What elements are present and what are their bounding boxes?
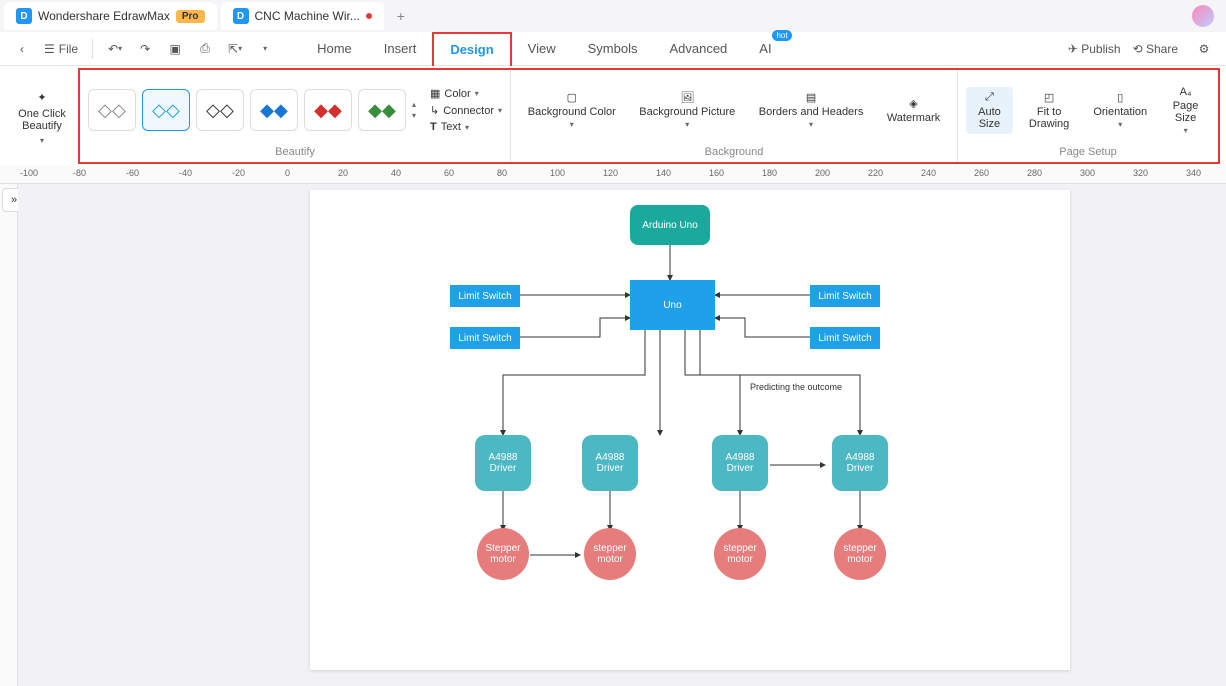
- horizontal-ruler: -100-80-60-40-20020406080100120140160180…: [0, 166, 1226, 184]
- app-tab[interactable]: D Wondershare EdrawMax Pro: [4, 2, 217, 30]
- user-avatar[interactable]: [1192, 5, 1214, 27]
- borders-headers-button[interactable]: ▤Borders and Headers▾: [751, 87, 872, 133]
- theme-4[interactable]: ◆◆: [250, 89, 298, 131]
- design-ribbon: ✦ One Click Beautify ▾ ◇◇ ◇◇ ◇◇ ◆◆ ◆◆ ◆◆…: [78, 68, 1220, 164]
- node-motor-2[interactable]: stepper motor: [584, 528, 636, 580]
- share-button[interactable]: ⟲ Share: [1133, 42, 1178, 56]
- node-motor-1[interactable]: Stepper motor: [477, 528, 529, 580]
- bgpic-icon: 🖼: [680, 91, 694, 104]
- node-driver-4[interactable]: A4988 Driver: [832, 435, 888, 491]
- pagesize-icon: A₄: [1180, 86, 1192, 98]
- back-button[interactable]: ‹: [8, 35, 36, 63]
- diagram-edges: Predicting the outcome: [310, 190, 1070, 670]
- doc-title: CNC Machine Wir...: [255, 9, 360, 23]
- fit-icon: ◰: [1044, 91, 1054, 104]
- theme-3[interactable]: ◇◇: [196, 89, 244, 131]
- more-button[interactable]: ▾: [251, 35, 279, 63]
- page-size-button[interactable]: A₄Page Size▾: [1161, 82, 1210, 139]
- auto-size-button[interactable]: ⤢Auto Size: [966, 87, 1013, 134]
- tab-home[interactable]: Home: [301, 32, 368, 66]
- tab-view[interactable]: View: [512, 32, 572, 66]
- background-group-label: Background: [519, 146, 949, 160]
- publish-button[interactable]: ✈ Publish: [1068, 42, 1121, 56]
- theme-down[interactable]: ▾: [412, 111, 416, 120]
- page: Predicting the outcome Arduino Uno Uno L…: [310, 190, 1070, 670]
- beautify-group-label: Beautify: [88, 146, 502, 160]
- one-click-beautify-button[interactable]: ✦ One Click Beautify ▾: [6, 70, 78, 166]
- title-bar: D Wondershare EdrawMax Pro D CNC Machine…: [0, 0, 1226, 32]
- palette-icon: ▦: [430, 87, 440, 100]
- unsaved-dot-icon: [366, 13, 372, 19]
- tab-ai[interactable]: AIhot: [743, 32, 787, 66]
- node-driver-3[interactable]: A4988 Driver: [712, 435, 768, 491]
- file-menu[interactable]: ☰ File: [38, 42, 84, 56]
- node-arduino[interactable]: Arduino Uno: [630, 205, 710, 245]
- hot-badge: hot: [772, 30, 791, 41]
- bgcolor-icon: ▢: [567, 91, 577, 104]
- settings-icon[interactable]: ⚙: [1190, 35, 1218, 63]
- tab-advanced[interactable]: Advanced: [653, 32, 743, 66]
- watermark-button[interactable]: ◈Watermark: [879, 93, 948, 128]
- app-name: Wondershare EdrawMax: [38, 9, 170, 23]
- sparkle-icon: ✦: [37, 91, 46, 104]
- app-logo-icon: D: [16, 8, 32, 24]
- node-limit-switch-1[interactable]: Limit Switch: [450, 285, 520, 307]
- add-tab-button[interactable]: +: [394, 9, 408, 23]
- color-dropdown[interactable]: ▦ Color▾: [430, 87, 502, 100]
- fit-to-drawing-button[interactable]: ◰Fit to Drawing: [1019, 87, 1079, 134]
- theme-2[interactable]: ◇◇: [142, 89, 190, 131]
- theme-1[interactable]: ◇◇: [88, 89, 136, 131]
- theme-5[interactable]: ◆◆: [304, 89, 352, 131]
- node-motor-3[interactable]: stepper motor: [714, 528, 766, 580]
- node-limit-switch-4[interactable]: Limit Switch: [810, 327, 880, 349]
- edge-label: Predicting the outcome: [750, 382, 842, 392]
- border-icon: ▤: [806, 91, 816, 104]
- connector-icon: ↳: [430, 104, 439, 117]
- tab-symbols[interactable]: Symbols: [572, 32, 654, 66]
- export-button[interactable]: ⇱▾: [221, 35, 249, 63]
- node-driver-2[interactable]: A4988 Driver: [582, 435, 638, 491]
- tab-design[interactable]: Design: [432, 32, 511, 66]
- watermark-icon: ◈: [909, 97, 917, 110]
- pro-badge: Pro: [176, 10, 205, 23]
- orientation-icon: ▯: [1117, 91, 1123, 104]
- node-uno[interactable]: Uno: [630, 280, 715, 330]
- autosize-icon: ⤢: [985, 91, 994, 104]
- node-limit-switch-3[interactable]: Limit Switch: [810, 285, 880, 307]
- node-motor-4[interactable]: stepper motor: [834, 528, 886, 580]
- save-button[interactable]: ▣: [161, 35, 189, 63]
- node-driver-1[interactable]: A4988 Driver: [475, 435, 531, 491]
- theme-6[interactable]: ◆◆: [358, 89, 406, 131]
- ribbon-tabs: Home Insert Design View Symbols Advanced…: [301, 32, 787, 66]
- tab-insert[interactable]: Insert: [368, 32, 433, 66]
- node-limit-switch-2[interactable]: Limit Switch: [450, 327, 520, 349]
- undo-button[interactable]: ↶▾: [101, 35, 129, 63]
- background-picture-button[interactable]: 🖼Background Picture▾: [631, 87, 743, 133]
- menubar: ‹ ☰ File ↶▾ ↷ ▣ ⎙ ⇱▾ ▾ Home Insert Desig…: [0, 32, 1226, 66]
- doc-logo-icon: D: [233, 8, 249, 24]
- text-icon: T: [430, 121, 437, 133]
- pagesetup-group-label: Page Setup: [966, 146, 1210, 160]
- background-color-button[interactable]: ▢Background Color▾: [520, 87, 624, 133]
- vertical-ruler: »: [0, 184, 18, 686]
- text-dropdown[interactable]: T Text▾: [430, 121, 502, 133]
- print-button[interactable]: ⎙: [191, 35, 219, 63]
- redo-button[interactable]: ↷: [131, 35, 159, 63]
- orientation-button[interactable]: ▯Orientation▾: [1085, 87, 1155, 133]
- theme-up[interactable]: ▴: [412, 100, 416, 109]
- canvas[interactable]: Predicting the outcome Arduino Uno Uno L…: [18, 184, 1226, 686]
- connector-dropdown[interactable]: ↳ Connector▾: [430, 104, 502, 117]
- document-tab[interactable]: D CNC Machine Wir...: [221, 2, 384, 30]
